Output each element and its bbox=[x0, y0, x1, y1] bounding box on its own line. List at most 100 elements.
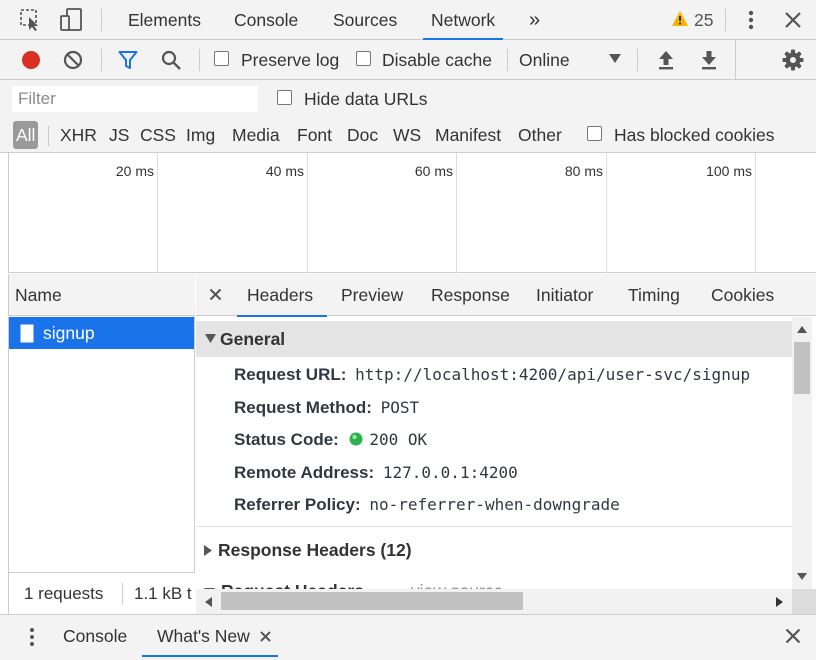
filter-bar: Hide data URLs All XHR JS CSS Img Media … bbox=[0, 80, 816, 153]
triangle-down-icon bbox=[205, 334, 216, 343]
view-source-link[interactable]: view source bbox=[411, 581, 503, 589]
status-code-label: Status Code: bbox=[234, 430, 339, 449]
response-headers-section[interactable]: Response Headers (12) bbox=[204, 535, 412, 565]
drawer-tab-console[interactable]: Console bbox=[63, 615, 127, 657]
preserve-log-checkbox[interactable] bbox=[214, 51, 229, 66]
tab-elements[interactable]: Elements bbox=[128, 0, 201, 40]
triangle-right-icon bbox=[204, 545, 212, 556]
search-icon[interactable] bbox=[161, 50, 182, 71]
remote-address-row: Remote Address: 127.0.0.1:4200 bbox=[234, 458, 518, 488]
tab-initiator[interactable]: Initiator bbox=[536, 274, 593, 316]
filter-input[interactable] bbox=[12, 86, 258, 112]
warning-icon[interactable] bbox=[671, 10, 689, 27]
response-headers-title: Response Headers (12) bbox=[218, 540, 412, 560]
vertical-scroll-thumb[interactable] bbox=[794, 342, 810, 394]
request-url-row: Request URL: http://localhost:4200/api/u… bbox=[234, 360, 750, 390]
request-row[interactable]: signup bbox=[9, 317, 194, 349]
type-filter-font[interactable]: Font bbox=[297, 121, 332, 149]
scroll-down-icon[interactable] bbox=[797, 573, 807, 580]
throttling-select[interactable]: Online bbox=[519, 40, 570, 80]
tab-preview[interactable]: Preview bbox=[341, 274, 403, 316]
hide-data-urls-label[interactable]: Hide data URLs bbox=[304, 80, 428, 118]
status-code-value: 200 OK bbox=[369, 430, 428, 449]
close-drawer-icon[interactable] bbox=[785, 628, 801, 644]
type-filter-img[interactable]: Img bbox=[186, 121, 215, 149]
referrer-policy-label: Referrer Policy: bbox=[234, 495, 361, 514]
close-devtools-icon[interactable] bbox=[784, 11, 802, 29]
type-filter-doc[interactable]: Doc bbox=[347, 121, 378, 149]
has-blocked-cookies-checkbox[interactable] bbox=[587, 126, 602, 141]
close-details-icon[interactable] bbox=[209, 288, 222, 301]
request-headers-title: Request Headers bbox=[221, 581, 364, 589]
document-icon bbox=[20, 324, 34, 343]
disable-cache-label[interactable]: Disable cache bbox=[382, 40, 492, 80]
request-count: 1 requests bbox=[24, 584, 104, 603]
status-success-icon bbox=[349, 432, 363, 446]
remote-address-value: 127.0.0.1:4200 bbox=[382, 463, 518, 482]
hide-data-urls-checkbox[interactable] bbox=[277, 90, 292, 105]
type-filter-other[interactable]: Other bbox=[518, 121, 562, 149]
tab-response[interactable]: Response bbox=[431, 274, 510, 316]
horizontal-scrollbar[interactable] bbox=[196, 589, 792, 614]
scroll-up-icon[interactable] bbox=[797, 326, 807, 333]
type-filter-all[interactable]: All bbox=[13, 121, 39, 149]
status-code-row: Status Code: 200 OK bbox=[234, 425, 427, 455]
timeline-tick: 20 ms bbox=[115, 163, 154, 179]
vertical-scrollbar[interactable] bbox=[792, 317, 812, 589]
type-filter-manifest[interactable]: Manifest bbox=[435, 121, 501, 149]
filter-icon[interactable] bbox=[118, 50, 138, 70]
drawer-tab-bar: Console What's New bbox=[0, 614, 816, 660]
timeline-tick: 100 ms bbox=[706, 163, 752, 179]
close-tab-icon[interactable] bbox=[260, 631, 271, 642]
more-tabs-button[interactable]: » bbox=[529, 0, 540, 40]
horizontal-scroll-thumb[interactable] bbox=[221, 592, 523, 610]
general-section-header[interactable]: General bbox=[196, 321, 792, 357]
request-details: Headers Preview Response Initiator Timin… bbox=[196, 274, 816, 614]
tab-headers[interactable]: Headers bbox=[236, 274, 328, 317]
timeline-tick: 80 ms bbox=[564, 163, 603, 179]
tab-console[interactable]: Console bbox=[234, 0, 298, 40]
type-filter-js[interactable]: JS bbox=[109, 121, 129, 149]
tab-sources[interactable]: Sources bbox=[333, 0, 397, 40]
settings-gear-icon[interactable] bbox=[782, 49, 804, 71]
disable-cache-checkbox[interactable] bbox=[356, 51, 371, 66]
inspect-element-icon[interactable] bbox=[20, 9, 44, 31]
request-url-label: Request URL: bbox=[234, 365, 347, 384]
timeline-tick: 40 ms bbox=[265, 163, 304, 179]
export-har-icon[interactable] bbox=[700, 50, 718, 70]
tab-timing[interactable]: Timing bbox=[628, 274, 680, 316]
device-toolbar-icon[interactable] bbox=[58, 7, 84, 33]
kebab-menu-icon[interactable] bbox=[747, 9, 755, 31]
network-toolbar: Preserve log Disable cache Online bbox=[0, 40, 816, 80]
type-filter-css[interactable]: CSS bbox=[140, 121, 176, 149]
tab-cookies[interactable]: Cookies bbox=[711, 274, 774, 316]
details-tab-bar: Headers Preview Response Initiator Timin… bbox=[196, 274, 816, 317]
referrer-policy-row: Referrer Policy: no-referrer-when-downgr… bbox=[234, 490, 620, 520]
request-list: Name signup 1 requests 1.1 kB t bbox=[8, 274, 195, 614]
drawer-tab-whats-new[interactable]: What's New bbox=[157, 615, 250, 657]
tab-network[interactable]: Network bbox=[422, 0, 504, 40]
dropdown-arrow-icon[interactable] bbox=[609, 54, 621, 64]
transferred-size: 1.1 kB t bbox=[134, 584, 192, 603]
drawer-menu-icon[interactable] bbox=[28, 627, 36, 647]
devtools-tab-bar: Elements Console Sources Network » 25 bbox=[0, 0, 816, 40]
general-title: General bbox=[220, 329, 286, 349]
type-filter-xhr[interactable]: XHR bbox=[60, 121, 97, 149]
scroll-right-icon[interactable] bbox=[776, 597, 783, 607]
name-column-header[interactable]: Name bbox=[9, 274, 195, 316]
request-headers-section[interactable]: Request Headers view source bbox=[204, 576, 503, 589]
scroll-left-icon[interactable] bbox=[205, 597, 212, 607]
has-blocked-cookies-label[interactable]: Has blocked cookies bbox=[614, 121, 775, 149]
record-icon[interactable] bbox=[21, 50, 41, 70]
clear-icon[interactable] bbox=[63, 50, 83, 70]
type-filter-media[interactable]: Media bbox=[232, 121, 280, 149]
import-har-icon[interactable] bbox=[657, 50, 675, 70]
warning-count[interactable]: 25 bbox=[694, 0, 713, 40]
remote-address-label: Remote Address: bbox=[234, 463, 375, 482]
network-overview[interactable]: 20 ms 40 ms 60 ms 80 ms 100 ms bbox=[8, 153, 816, 273]
request-url-value: http://localhost:4200/api/user-svc/signu… bbox=[355, 365, 751, 384]
scrollbar-corner bbox=[792, 589, 816, 614]
request-method-label: Request Method: bbox=[234, 398, 372, 417]
type-filter-ws[interactable]: WS bbox=[393, 121, 421, 149]
preserve-log-label[interactable]: Preserve log bbox=[241, 40, 339, 80]
